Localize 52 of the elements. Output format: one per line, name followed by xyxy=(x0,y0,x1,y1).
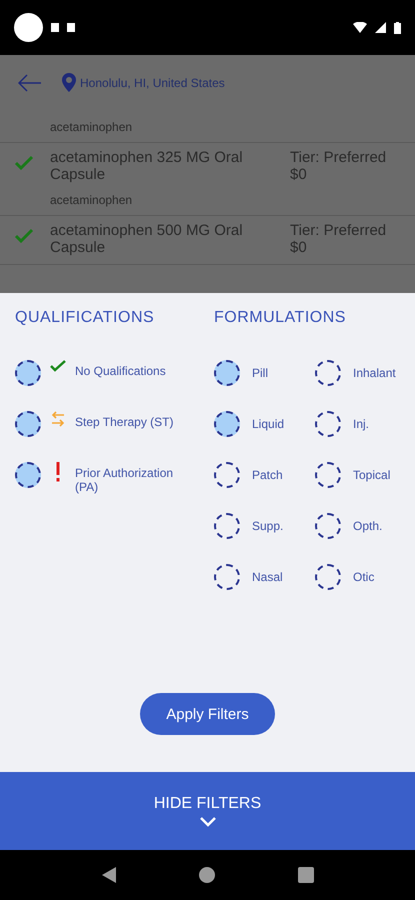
option-label: Step Therapy (ST) xyxy=(75,414,174,429)
radio-button[interactable] xyxy=(214,360,240,386)
radio-button[interactable] xyxy=(315,410,341,436)
section-heading: QUALIFICATIONS xyxy=(15,309,156,327)
hide-filters-button[interactable]: HIDE FILTERS xyxy=(0,772,415,850)
radio-button[interactable] xyxy=(15,360,41,386)
option-label: Pill xyxy=(252,366,268,380)
radio-button[interactable] xyxy=(214,564,240,590)
option-label: Otic xyxy=(353,570,374,584)
exclamation-icon xyxy=(55,462,61,482)
sd-card-icon xyxy=(67,23,75,32)
radio-button[interactable] xyxy=(15,462,41,488)
notification-icon xyxy=(51,23,59,32)
radio-button[interactable] xyxy=(15,411,41,437)
drug-name: acetaminophen 325 MG Oral Capsule xyxy=(50,149,244,183)
price-label: $0 xyxy=(290,239,308,256)
option-label: No Qualifications xyxy=(75,363,167,378)
swap-arrows-icon xyxy=(51,411,65,427)
battery-icon xyxy=(394,22,401,34)
option-label: Supp. xyxy=(252,518,284,532)
drug-name: acetaminophen 500 MG Oral Capsule xyxy=(50,222,244,256)
option-label: Nasal xyxy=(252,570,283,584)
location-pin-icon xyxy=(62,73,76,92)
redaction-circle xyxy=(14,13,43,42)
generic-name: acetaminophen xyxy=(50,193,134,207)
signal-icon xyxy=(375,22,386,33)
tier-label: Tier: Preferred xyxy=(290,149,388,166)
tier-label: Tier: Preferred xyxy=(290,222,388,239)
radio-button[interactable] xyxy=(315,564,341,590)
apply-filters-button[interactable]: Apply Filters xyxy=(140,693,275,735)
chevron-down-icon xyxy=(200,817,216,827)
radio-button[interactable] xyxy=(315,512,341,538)
option-label: Liquid xyxy=(252,416,284,430)
back-nav-icon[interactable] xyxy=(102,867,116,883)
recents-nav-icon[interactable] xyxy=(298,867,314,883)
radio-button[interactable] xyxy=(214,410,240,436)
radio-button[interactable] xyxy=(214,462,240,488)
option-label: Opth. xyxy=(353,518,382,532)
section-heading: FORMULATIONS xyxy=(214,309,347,327)
generic-name: acetaminophen xyxy=(50,120,134,134)
option-label: Topical xyxy=(353,468,390,482)
check-icon xyxy=(50,360,66,372)
option-label: Patch xyxy=(252,468,283,482)
wifi-icon xyxy=(353,22,367,33)
home-nav-icon[interactable] xyxy=(198,867,214,883)
radio-button[interactable] xyxy=(315,360,341,386)
option-label: Prior Authorization (PA) xyxy=(75,465,174,494)
price-label: $0 xyxy=(290,166,308,183)
radio-button[interactable] xyxy=(214,512,240,538)
radio-button[interactable] xyxy=(315,462,341,488)
option-label: Inj. xyxy=(353,416,370,430)
option-label: Inhalant xyxy=(353,366,396,380)
